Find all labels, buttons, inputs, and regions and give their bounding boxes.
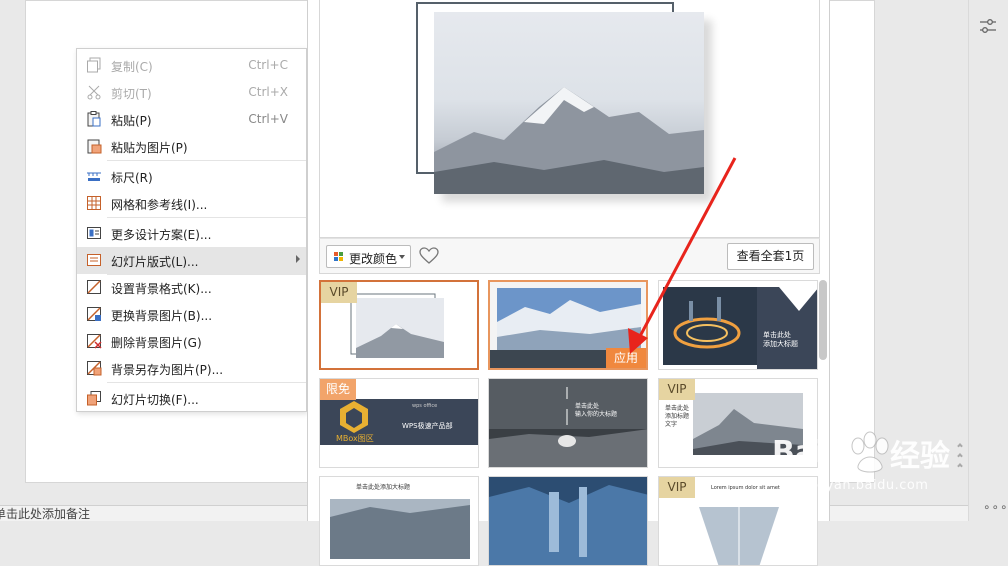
menu-item-slide-transition[interactable]: 幻灯片切换(F)... [77,385,306,412]
copy-icon [86,57,102,73]
menu-item-label: 粘贴为图片(P) [111,141,188,155]
notes-placeholder[interactable]: 单击此处添加备注 [0,507,90,521]
menu-item-label: 粘贴(P) [111,114,152,128]
thumbnail-title-text: 单击此处 添加标题 文字 [665,405,690,428]
dropdown-arrow-icon [399,255,405,259]
menu-item-label: 删除背景图片(G) [111,336,202,350]
watermark-brand: Bai [772,435,826,470]
menu-item-slide-layout[interactable]: 幻灯片版式(L)... [77,247,306,274]
menu-item-label: 更换背景图片(B)... [111,309,213,323]
right-sidebar [968,0,1008,521]
vip-badge: VIP [659,379,695,400]
context-menu: 复制(C) Ctrl+C 剪切(T) Ctrl+X 粘贴(P) Ctrl+V 粘… [76,48,307,412]
paste-as-image-icon [86,138,102,154]
more-options-icon[interactable]: ∘∘∘ [983,500,1008,514]
design-thumbnail-7[interactable]: 单击此处添加大标题 [319,476,479,566]
submenu-arrow-icon [296,255,300,263]
menu-item-more-designs[interactable]: 更多设计方案(E)... [77,220,306,247]
menu-item-shortcut: Ctrl+C [248,58,288,72]
change-color-label: 更改颜色 [349,252,398,266]
thumbnail-subtitle-text: WPS极速产品部 [402,422,453,430]
menu-item-change-background[interactable]: 更换背景图片(B)... [77,301,306,328]
watermark-cn-text: 经验 [890,439,950,474]
menu-item-label: 网格和参考线(I)... [111,198,208,212]
change-color-button[interactable]: 更改颜色 [326,245,411,268]
thumbnail-title-text: 单击此处 添加大标题 [763,331,798,348]
menu-item-label: 标尺(R) [111,171,153,185]
thumbnail-title-text: 单击此处 输入你的大标题 [575,403,618,418]
grid-icon [86,195,102,211]
menu-item-delete-background[interactable]: 删除背景图片(G) [77,328,306,355]
thumbnail-image [489,477,647,565]
menu-item-label: 更多设计方案(E)... [111,228,212,242]
thumbnail-image [659,281,817,369]
design-icon [86,225,102,241]
cut-icon [86,84,102,100]
free-badge: 限免 [320,379,356,400]
panel-scrollbar[interactable] [819,280,827,360]
menu-item-paste[interactable]: 粘贴(P) Ctrl+V [77,106,306,133]
design-thumbnail-5[interactable]: 单击此处 输入你的大标题 [488,378,648,468]
design-toolbar: 更改颜色 查看全套1页 [319,238,820,274]
vip-badge: VIP [321,282,357,303]
favorite-heart-icon[interactable] [419,247,439,265]
menu-item-label: 背景另存为图片(P)... [111,363,224,377]
menu-item-label: 幻灯片切换(F)... [111,393,199,407]
design-thumbnail-3[interactable]: 单击此处 添加大标题 [658,280,818,370]
settings-sliders-icon[interactable] [978,16,998,36]
watermark-url: jingyan.baidu.com [800,478,929,493]
menu-item-shortcut: Ctrl+V [248,112,288,126]
vip-badge: VIP [659,477,695,498]
design-thumbnail-8[interactable] [488,476,648,566]
change-background-icon [86,306,102,322]
menu-item-background-format[interactable]: 设置背景格式(K)... [77,274,306,301]
delete-background-icon [86,333,102,349]
menu-item-shortcut: Ctrl+X [248,85,288,99]
menu-item-paste-as-image[interactable]: 粘贴为图片(P) [77,133,306,160]
ruler-icon [86,168,102,184]
menu-item-copy[interactable]: 复制(C) Ctrl+C [77,52,306,79]
menu-item-label: 幻灯片版式(L)... [111,255,199,269]
apply-button[interactable]: 应用 [606,348,646,368]
paste-icon [86,111,102,127]
menu-item-label: 设置背景格式(K)... [111,282,212,296]
design-thumbnail-2[interactable]: 应用 [488,280,648,370]
menu-divider [107,160,306,161]
thumbnail-top-text: wps office [412,403,438,409]
menu-item-grid[interactable]: 网格和参考线(I)... [77,190,306,217]
menu-divider [107,217,306,218]
design-thumbnail-1[interactable]: VIP [319,280,479,370]
menu-item-label: 复制(C) [111,60,153,74]
background-format-icon [86,279,102,295]
design-thumbnail-4[interactable]: wps office MBox图区 WPS极速产品部 限免 [319,378,479,468]
menu-item-label: 剪切(T) [111,87,152,101]
color-palette-icon [334,252,344,262]
preview-mountain-image [434,12,704,194]
thumbnail-brand-text: MBox图区 [336,434,374,443]
transition-icon [86,390,102,406]
menu-item-cut[interactable]: 剪切(T) Ctrl+X [77,79,306,106]
thumbnail-title-text: 单击此处添加大标题 [356,484,411,491]
menu-item-save-background[interactable]: 背景另存为图片(P)... [77,355,306,382]
layout-icon [86,252,102,268]
menu-divider [107,382,306,383]
design-panel: 更改颜色 查看全套1页 VIP 应用 单击此处 添加大标题 wps office… [307,0,830,566]
view-all-button[interactable]: 查看全套1页 [727,243,814,270]
menu-item-ruler[interactable]: 标尺(R) [77,163,306,190]
thumbnail-image [489,379,647,467]
save-background-icon [86,360,102,376]
